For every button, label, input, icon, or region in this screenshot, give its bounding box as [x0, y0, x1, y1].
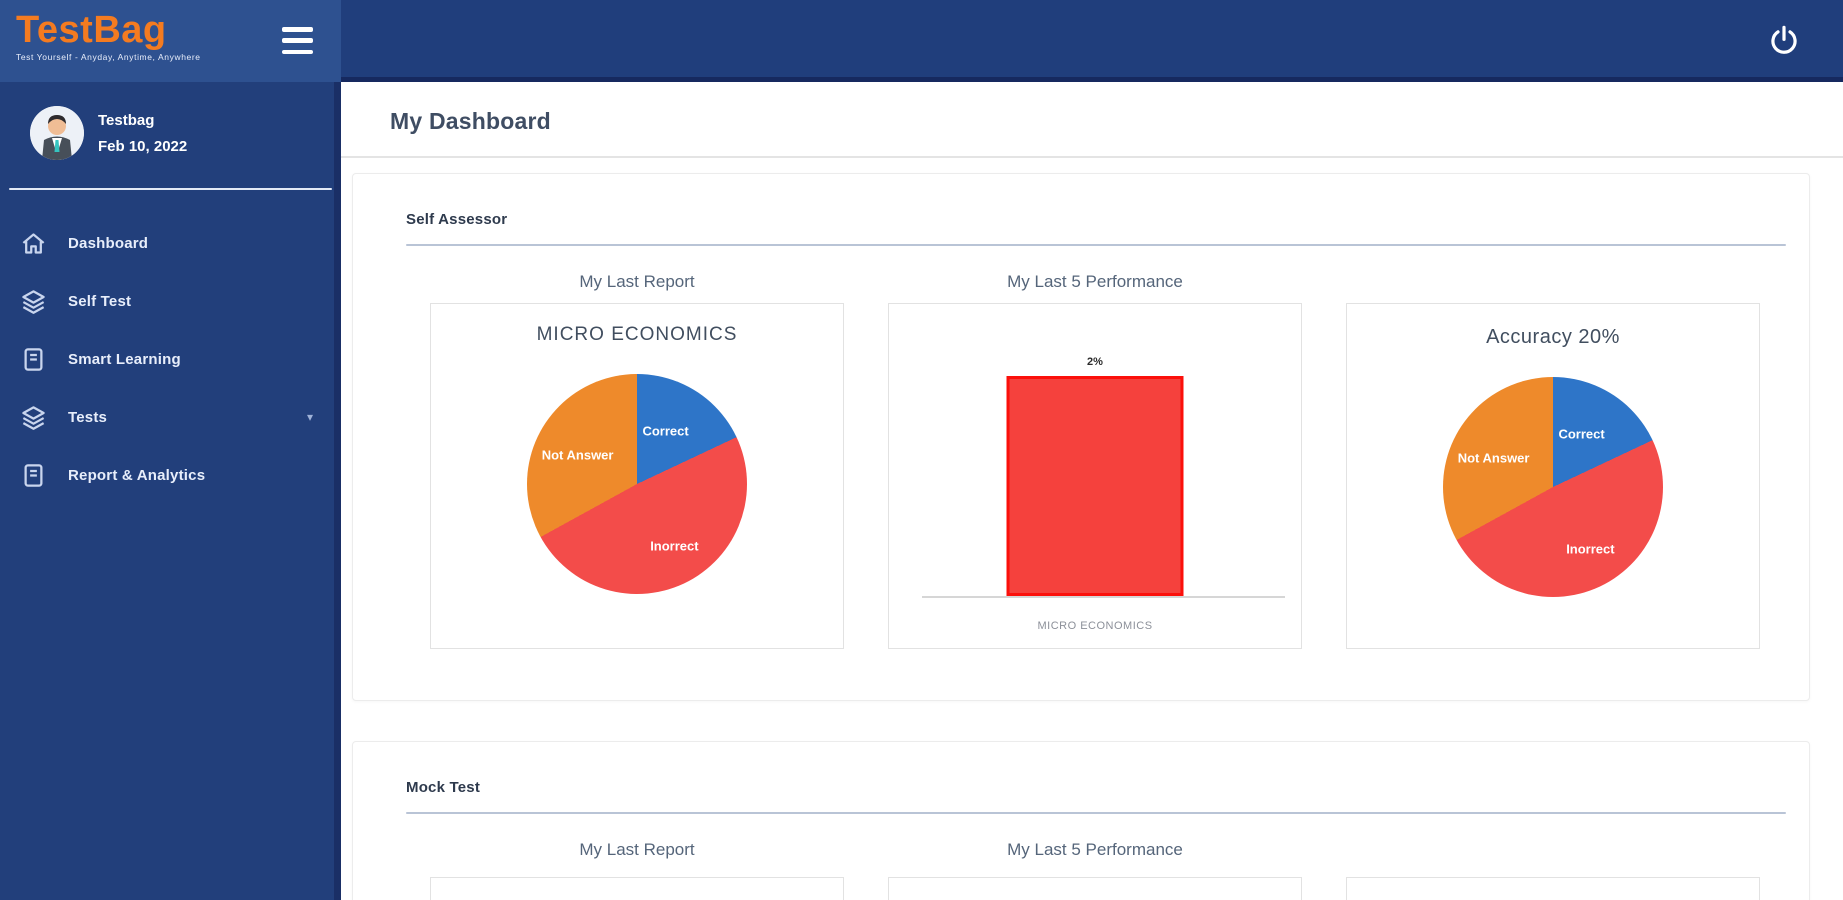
panels-row [353, 877, 1809, 900]
col-heading-last-5-performance: My Last 5 Performance [1007, 840, 1183, 859]
bar-track [1006, 376, 1184, 596]
app-root: TestBag Test Yourself - Anyday, Anytime,… [0, 0, 1843, 900]
mock-test-card: Mock Test My Last Report My Last 5 Perfo… [352, 741, 1810, 900]
profile-date: Feb 10, 2022 [98, 137, 188, 155]
bar-chart: 2% MICRO ECONOMICS [889, 304, 1301, 648]
self-assessor-card: Self Assessor My Last Report My Last 5 P… [352, 173, 1810, 701]
sidebar-menu: Dashboard Self Test Smart Learning Tests… [0, 190, 341, 504]
layers-icon [20, 404, 47, 431]
sidebar-item-label: Smart Learning [68, 350, 181, 368]
last-report-pie-panel: MICRO ECONOMICS Correct Inorrect Not Ans… [430, 303, 844, 649]
sidebar-item-smart-learning[interactable]: Smart Learning [0, 330, 341, 388]
col-heading-last-5-performance: My Last 5 Performance [1007, 272, 1183, 291]
bar-category-label: MICRO ECONOMICS [1037, 620, 1153, 632]
avatar [30, 106, 84, 160]
col-heading-last-report: My Last Report [579, 840, 695, 859]
chevron-down-icon: ▾ [306, 410, 313, 424]
accuracy-pie-panel: Accuracy 20% Correct Inorrect Not Answer [1346, 303, 1760, 649]
sidebar-item-label: Dashboard [68, 234, 149, 252]
last-5-performance-bar-panel: 2% MICRO ECONOMICS [888, 303, 1302, 649]
sidebar-item-label: Self Test [68, 292, 132, 310]
book-icon [20, 462, 47, 489]
book-icon [20, 346, 47, 373]
profile-meta: Testbag Feb 10, 2022 [98, 112, 187, 155]
mock-last-report-panel [430, 877, 844, 900]
sidebar-item-self-test[interactable]: Self Test [0, 272, 341, 330]
mock-last-5-performance-panel [888, 877, 1302, 900]
main-content: My Dashboard Self Assessor My Last Repor… [341, 87, 1843, 900]
page-title: My Dashboard [390, 108, 551, 134]
pie-label-correct: Correct [642, 423, 689, 439]
bar-value-label: 2% [1087, 356, 1103, 368]
card-title: Mock Test [406, 779, 481, 796]
card-title: Self Assessor [406, 211, 508, 228]
sidebar-item-report-analytics[interactable]: Report & Analytics [0, 446, 341, 504]
pie-chart: Correct Inorrect Not Answer [527, 374, 747, 594]
col-heading-empty [1346, 246, 1760, 303]
hamburger-menu-icon[interactable] [282, 27, 313, 54]
topbar [341, 0, 1843, 82]
pie-label-incorrect: Inorrect [650, 538, 699, 554]
pie-label-correct: Correct [1558, 426, 1605, 442]
sidebar-item-label: Report & Analytics [68, 466, 206, 484]
column-headings-row: My Last Report My Last 5 Performance [353, 814, 1809, 871]
pie-chart: Correct Inorrect Not Answer [1443, 377, 1663, 597]
accuracy-title: Accuracy 20% [1486, 326, 1620, 348]
home-icon [20, 230, 47, 257]
pie-graphic [527, 374, 747, 594]
power-icon[interactable] [1768, 24, 1800, 56]
x-axis-line [921, 596, 1285, 598]
column-headings-row: My Last Report My Last 5 Performance [353, 246, 1809, 303]
bar-rect [1006, 376, 1184, 596]
page-header: My Dashboard [341, 87, 1843, 158]
pie-chart-title: MICRO ECONOMICS [536, 324, 738, 345]
col-heading-last-report: My Last Report [579, 272, 695, 291]
sidebar-item-dashboard[interactable]: Dashboard [0, 214, 341, 272]
logo-block: TestBag Test Yourself - Anyday, Anytime,… [0, 0, 341, 82]
pie-label-not-answer: Not Answer [541, 447, 614, 463]
profile-name: Testbag [98, 111, 155, 129]
user-profile: Testbag Feb 10, 2022 [0, 82, 341, 180]
sidebar: TestBag Test Yourself - Anyday, Anytime,… [0, 0, 341, 900]
pie-label-incorrect: Inorrect [1566, 541, 1615, 557]
col-heading-empty [1346, 814, 1760, 871]
content-area: Self Assessor My Last Report My Last 5 P… [341, 158, 1843, 900]
mock-accuracy-panel [1346, 877, 1760, 900]
panels-row: MICRO ECONOMICS Correct Inorrect Not Ans… [353, 303, 1809, 649]
sidebar-item-label: Tests [68, 408, 108, 426]
sidebar-item-tests[interactable]: Tests ▾ [0, 388, 341, 446]
pie-label-not-answer: Not Answer [1457, 450, 1530, 466]
pie-graphic [1443, 377, 1663, 597]
layers-icon [20, 288, 47, 315]
